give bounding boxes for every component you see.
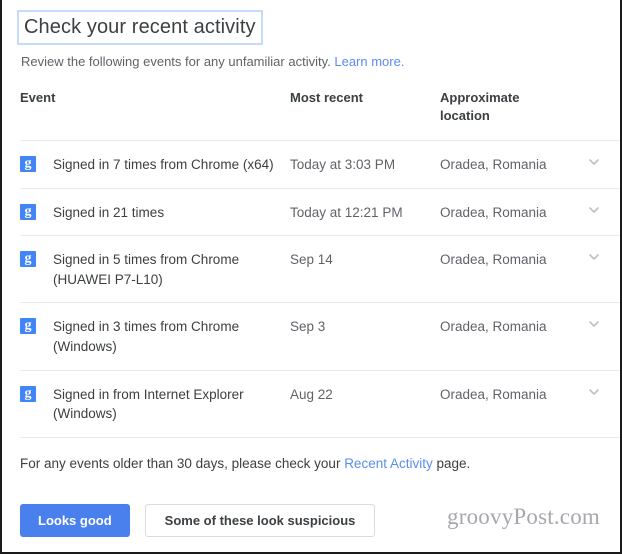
google-g-icon: g [20, 251, 36, 268]
google-g-icon: g [20, 156, 36, 173]
column-header-location-line2: location [440, 108, 490, 124]
expand-row-button[interactable] [585, 250, 620, 264]
location-value: Oradea, Romania [440, 252, 547, 268]
event-description: Signed in 3 times from Chrome (Windows) [53, 319, 240, 355]
expand-row-button[interactable] [585, 317, 620, 331]
subtitle-text: Review the following events for any unfa… [21, 54, 331, 69]
chevron-down-icon [587, 385, 601, 399]
google-g-icon: g [20, 203, 36, 220]
event-cell: g Signed in 7 times from Chrome (x64) [20, 155, 290, 175]
event-description: Signed in 7 times from Chrome (x64) [53, 157, 274, 173]
most-recent-value: Today at 12:21 PM [290, 204, 403, 220]
most-recent-value: Today at 3:03 PM [290, 157, 396, 173]
most-recent-value: Sep 3 [290, 319, 326, 335]
learn-more-link[interactable]: Learn more. [334, 54, 404, 69]
chevron-down-icon [587, 317, 601, 331]
footer-note-after: page. [432, 455, 471, 471]
recent-activity-page: Check your recent activity Review the fo… [0, 0, 622, 554]
location-value: Oradea, Romania [440, 386, 547, 402]
expand-row-button[interactable] [585, 385, 620, 399]
most-recent-value: Sep 14 [290, 252, 333, 268]
event-description: Signed in 5 times from Chrome (HUAWEI P7… [53, 252, 240, 287]
location-value: Oradea, Romania [440, 157, 547, 173]
action-buttons: Looks good Some of these look suspicious [20, 504, 376, 537]
page-title: Check your recent activity [17, 10, 263, 45]
table-header-row: Event Most recent Approximate location [2, 89, 620, 127]
google-g-icon: g [20, 318, 36, 335]
looks-good-button[interactable]: Looks good [20, 504, 130, 537]
location-value: Oradea, Romania [440, 319, 547, 335]
location-value: Oradea, Romania [440, 204, 547, 220]
most-recent-value: Aug 22 [290, 386, 333, 402]
page-subtitle: Review the following events for any unfa… [21, 53, 602, 71]
chevron-down-icon [587, 250, 601, 264]
event-description: Signed in from Internet Explorer (Window… [53, 386, 244, 422]
event-cell: g Signed in 3 times from Chrome (Windows) [20, 317, 290, 356]
event-description: Signed in 21 times [53, 204, 165, 220]
column-header-location-line1: Approximate [440, 89, 520, 105]
event-cell: g Signed in 5 times from Chrome (HUAWEI P… [20, 250, 290, 289]
table-row[interactable]: g Signed in 7 times from Chrome (x64) Toda… [2, 141, 620, 188]
chevron-down-icon [587, 203, 601, 217]
column-header-approximate-location: Approximate location [440, 89, 585, 127]
table-body: g Signed in 7 times from Chrome (x64) Toda… [2, 141, 620, 437]
header: Check your recent activity Review the fo… [2, 0, 620, 71]
suspicious-button[interactable]: Some of these look suspicious [144, 504, 376, 537]
table-row[interactable]: g Signed in from Internet Explorer (Windo… [2, 371, 620, 437]
watermark: groovyPost.com [447, 504, 600, 529]
recent-activity-link[interactable]: Recent Activity [344, 456, 433, 471]
event-cell: g Signed in 21 times [20, 203, 290, 223]
activity-table: Event Most recent Approximate location g… [2, 89, 620, 438]
column-header-event: Event [20, 89, 56, 105]
footer-note-before: For any events older than 30 days, pleas… [20, 455, 345, 471]
footer-note: For any events older than 30 days, pleas… [2, 438, 620, 474]
expand-row-button[interactable] [585, 155, 620, 169]
table-row[interactable]: g Signed in 3 times from Chrome (Windows)… [2, 303, 620, 369]
google-g-icon: g [20, 385, 36, 402]
column-header-most-recent: Most recent [290, 89, 363, 105]
table-row[interactable]: g Signed in 5 times from Chrome (HUAWEI P… [2, 236, 620, 302]
chevron-down-icon [587, 155, 601, 169]
expand-row-button[interactable] [585, 203, 620, 217]
table-row[interactable]: g Signed in 21 times Today at 12:21 PM Orad… [2, 189, 620, 236]
event-cell: g Signed in from Internet Explorer (Windo… [20, 385, 290, 424]
